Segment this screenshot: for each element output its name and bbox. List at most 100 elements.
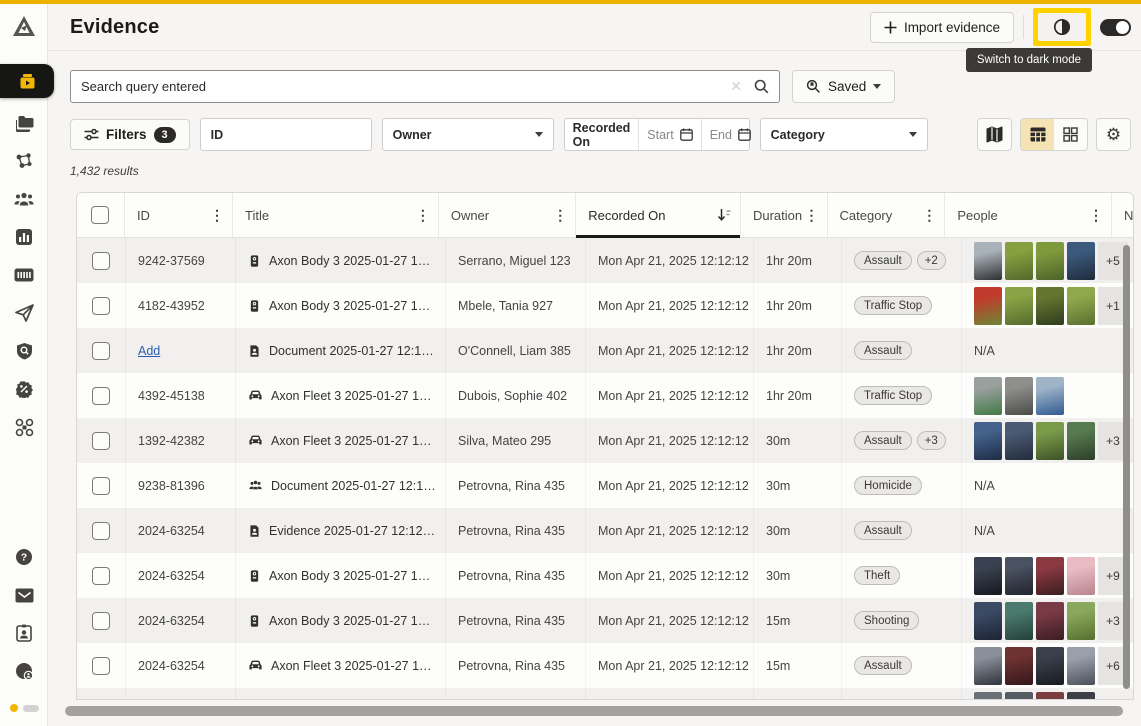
table-row[interactable]: 4182-43952 Axon Body 3 2025-01-27 12:12:…: [77, 283, 1133, 328]
id-filter-field[interactable]: ID: [200, 118, 372, 151]
recorded-start-date[interactable]: Start: [638, 119, 700, 150]
column-header-recorded-on[interactable]: Recorded On: [575, 193, 740, 237]
person-thumbnail[interactable]: [974, 557, 1002, 595]
table-row[interactable]: 2024-63254 Axon Body 3 2025-01-27 12:12:…: [77, 598, 1133, 643]
sidebar-item-analytics[interactable]: [0, 218, 48, 256]
sidebar-item-investigate[interactable]: [0, 332, 48, 370]
person-thumbnail[interactable]: [1067, 242, 1095, 280]
person-thumbnail[interactable]: [974, 692, 1002, 701]
row-checkbox[interactable]: [92, 657, 110, 675]
sidebar-item-network[interactable]: [0, 142, 48, 180]
person-thumbnail[interactable]: [1067, 422, 1095, 460]
person-thumbnail[interactable]: [1036, 287, 1064, 325]
person-thumbnail[interactable]: [1067, 692, 1095, 701]
grid-view-button[interactable]: [1054, 119, 1087, 150]
sidebar-item-id-badge[interactable]: [0, 614, 48, 652]
table-row[interactable]: 2024-63254 Axon Fleet 3 2025-01-27 12:12…: [77, 688, 1133, 700]
table-row[interactable]: Add Document 2025-01-27 12:12:12 O'Conne…: [77, 328, 1133, 373]
sidebar-item-redaction[interactable]: [0, 370, 48, 408]
person-thumbnail[interactable]: [974, 377, 1002, 415]
person-thumbnail[interactable]: [1005, 242, 1033, 280]
table-row[interactable]: 2024-63254 Axon Fleet 3 2025-01-27 12:12…: [77, 643, 1133, 688]
vertical-scrollbar[interactable]: [1123, 245, 1130, 689]
row-checkbox[interactable]: [92, 612, 110, 630]
column-menu-icon[interactable]: ⋮: [210, 207, 224, 224]
sidebar-item-dispatch[interactable]: [0, 294, 48, 332]
column-menu-icon[interactable]: ⋮: [553, 207, 567, 224]
table-row[interactable]: 9238-81396 Document 2025-01-27 12:12:12 …: [77, 463, 1133, 508]
column-header-owner[interactable]: Owner⋮: [438, 193, 575, 237]
table-row[interactable]: 9242-37569 Axon Body 3 2025-01-27 12:12:…: [77, 238, 1133, 283]
person-thumbnail[interactable]: [1005, 377, 1033, 415]
person-thumbnail[interactable]: [1036, 602, 1064, 640]
person-thumbnail[interactable]: [1067, 557, 1095, 595]
table-row[interactable]: 2024-63254 Evidence 2025-01-27 12:12:12 …: [77, 508, 1133, 553]
person-thumbnail[interactable]: [1036, 422, 1064, 460]
column-header-title[interactable]: Title⋮: [232, 193, 438, 237]
import-evidence-button[interactable]: Import evidence: [870, 12, 1014, 43]
person-thumbnail[interactable]: [1036, 242, 1064, 280]
sidebar-item-people[interactable]: [0, 180, 48, 218]
horizontal-scrollbar[interactable]: [65, 706, 1123, 716]
person-thumbnail[interactable]: [974, 602, 1002, 640]
table-view-button[interactable]: [1021, 119, 1054, 150]
sidebar-item-messages[interactable]: [0, 576, 48, 614]
sidebar-item-profile[interactable]: [0, 652, 48, 690]
row-checkbox[interactable]: [92, 252, 110, 270]
column-menu-icon[interactable]: ⋮: [805, 207, 819, 224]
sidebar-item-cases[interactable]: [0, 104, 48, 142]
column-menu-icon[interactable]: ⋮: [416, 207, 430, 224]
category-filter-select[interactable]: Category: [760, 118, 928, 151]
clear-search-icon[interactable]: ✕: [730, 78, 742, 95]
table-row[interactable]: 2024-63254 Axon Body 3 2025-01-27 12:12:…: [77, 553, 1133, 598]
person-thumbnail[interactable]: [1067, 287, 1095, 325]
sidebar-item-help[interactable]: ?: [0, 538, 48, 576]
row-checkbox[interactable]: [92, 387, 110, 405]
person-thumbnail[interactable]: [1036, 647, 1064, 685]
search-input[interactable]: [81, 79, 730, 94]
person-thumbnail[interactable]: [1005, 692, 1033, 701]
dark-mode-button[interactable]: [1038, 13, 1086, 41]
person-thumbnail[interactable]: [974, 422, 1002, 460]
row-checkbox[interactable]: [92, 342, 110, 360]
recorded-end-date[interactable]: End: [701, 119, 759, 150]
person-thumbnail[interactable]: [1005, 287, 1033, 325]
person-thumbnail[interactable]: [974, 287, 1002, 325]
column-menu-icon[interactable]: ⋮: [922, 207, 936, 224]
map-view-button[interactable]: [977, 118, 1012, 151]
sidebar-item-evidence[interactable]: [0, 64, 54, 98]
saved-searches-button[interactable]: Saved: [792, 70, 895, 103]
person-thumbnail[interactable]: [1036, 557, 1064, 595]
column-header-people[interactable]: People⋮: [944, 193, 1111, 237]
person-thumbnail[interactable]: [1005, 602, 1033, 640]
row-checkbox[interactable]: [92, 477, 110, 495]
owner-filter-select[interactable]: Owner: [382, 118, 554, 151]
person-thumbnail[interactable]: [1067, 647, 1095, 685]
select-all-checkbox[interactable]: [91, 206, 109, 224]
id-filter-input[interactable]: [231, 128, 392, 142]
table-row[interactable]: 1392-42382 Axon Fleet 3 2025-01-27 12:12…: [77, 418, 1133, 463]
feature-toggle[interactable]: [1100, 19, 1131, 36]
sort-descending-icon[interactable]: [717, 208, 732, 222]
person-thumbnail[interactable]: [974, 242, 1002, 280]
column-menu-icon[interactable]: ⋮: [1089, 207, 1103, 224]
row-checkbox[interactable]: [92, 522, 110, 540]
row-checkbox[interactable]: [92, 567, 110, 585]
sidebar-item-scan[interactable]: [0, 256, 48, 294]
search-box[interactable]: ✕: [70, 70, 780, 103]
column-header-id[interactable]: ID⋮: [124, 193, 232, 237]
table-row[interactable]: 4392-45138 Axon Fleet 3 2025-01-27 12:12…: [77, 373, 1133, 418]
person-thumbnail[interactable]: [1036, 377, 1064, 415]
person-thumbnail[interactable]: [1067, 602, 1095, 640]
person-thumbnail[interactable]: [1005, 557, 1033, 595]
sidebar-item-drone[interactable]: [0, 408, 48, 446]
person-thumbnail[interactable]: [1005, 422, 1033, 460]
table-settings-button[interactable]: ⚙: [1096, 118, 1131, 151]
filters-button[interactable]: Filters 3: [70, 119, 190, 150]
row-checkbox[interactable]: [92, 297, 110, 315]
person-thumbnail[interactable]: [974, 647, 1002, 685]
add-id-link[interactable]: Add: [138, 344, 160, 358]
row-checkbox[interactable]: [92, 432, 110, 450]
person-thumbnail[interactable]: [1005, 647, 1033, 685]
search-icon[interactable]: [754, 79, 769, 94]
